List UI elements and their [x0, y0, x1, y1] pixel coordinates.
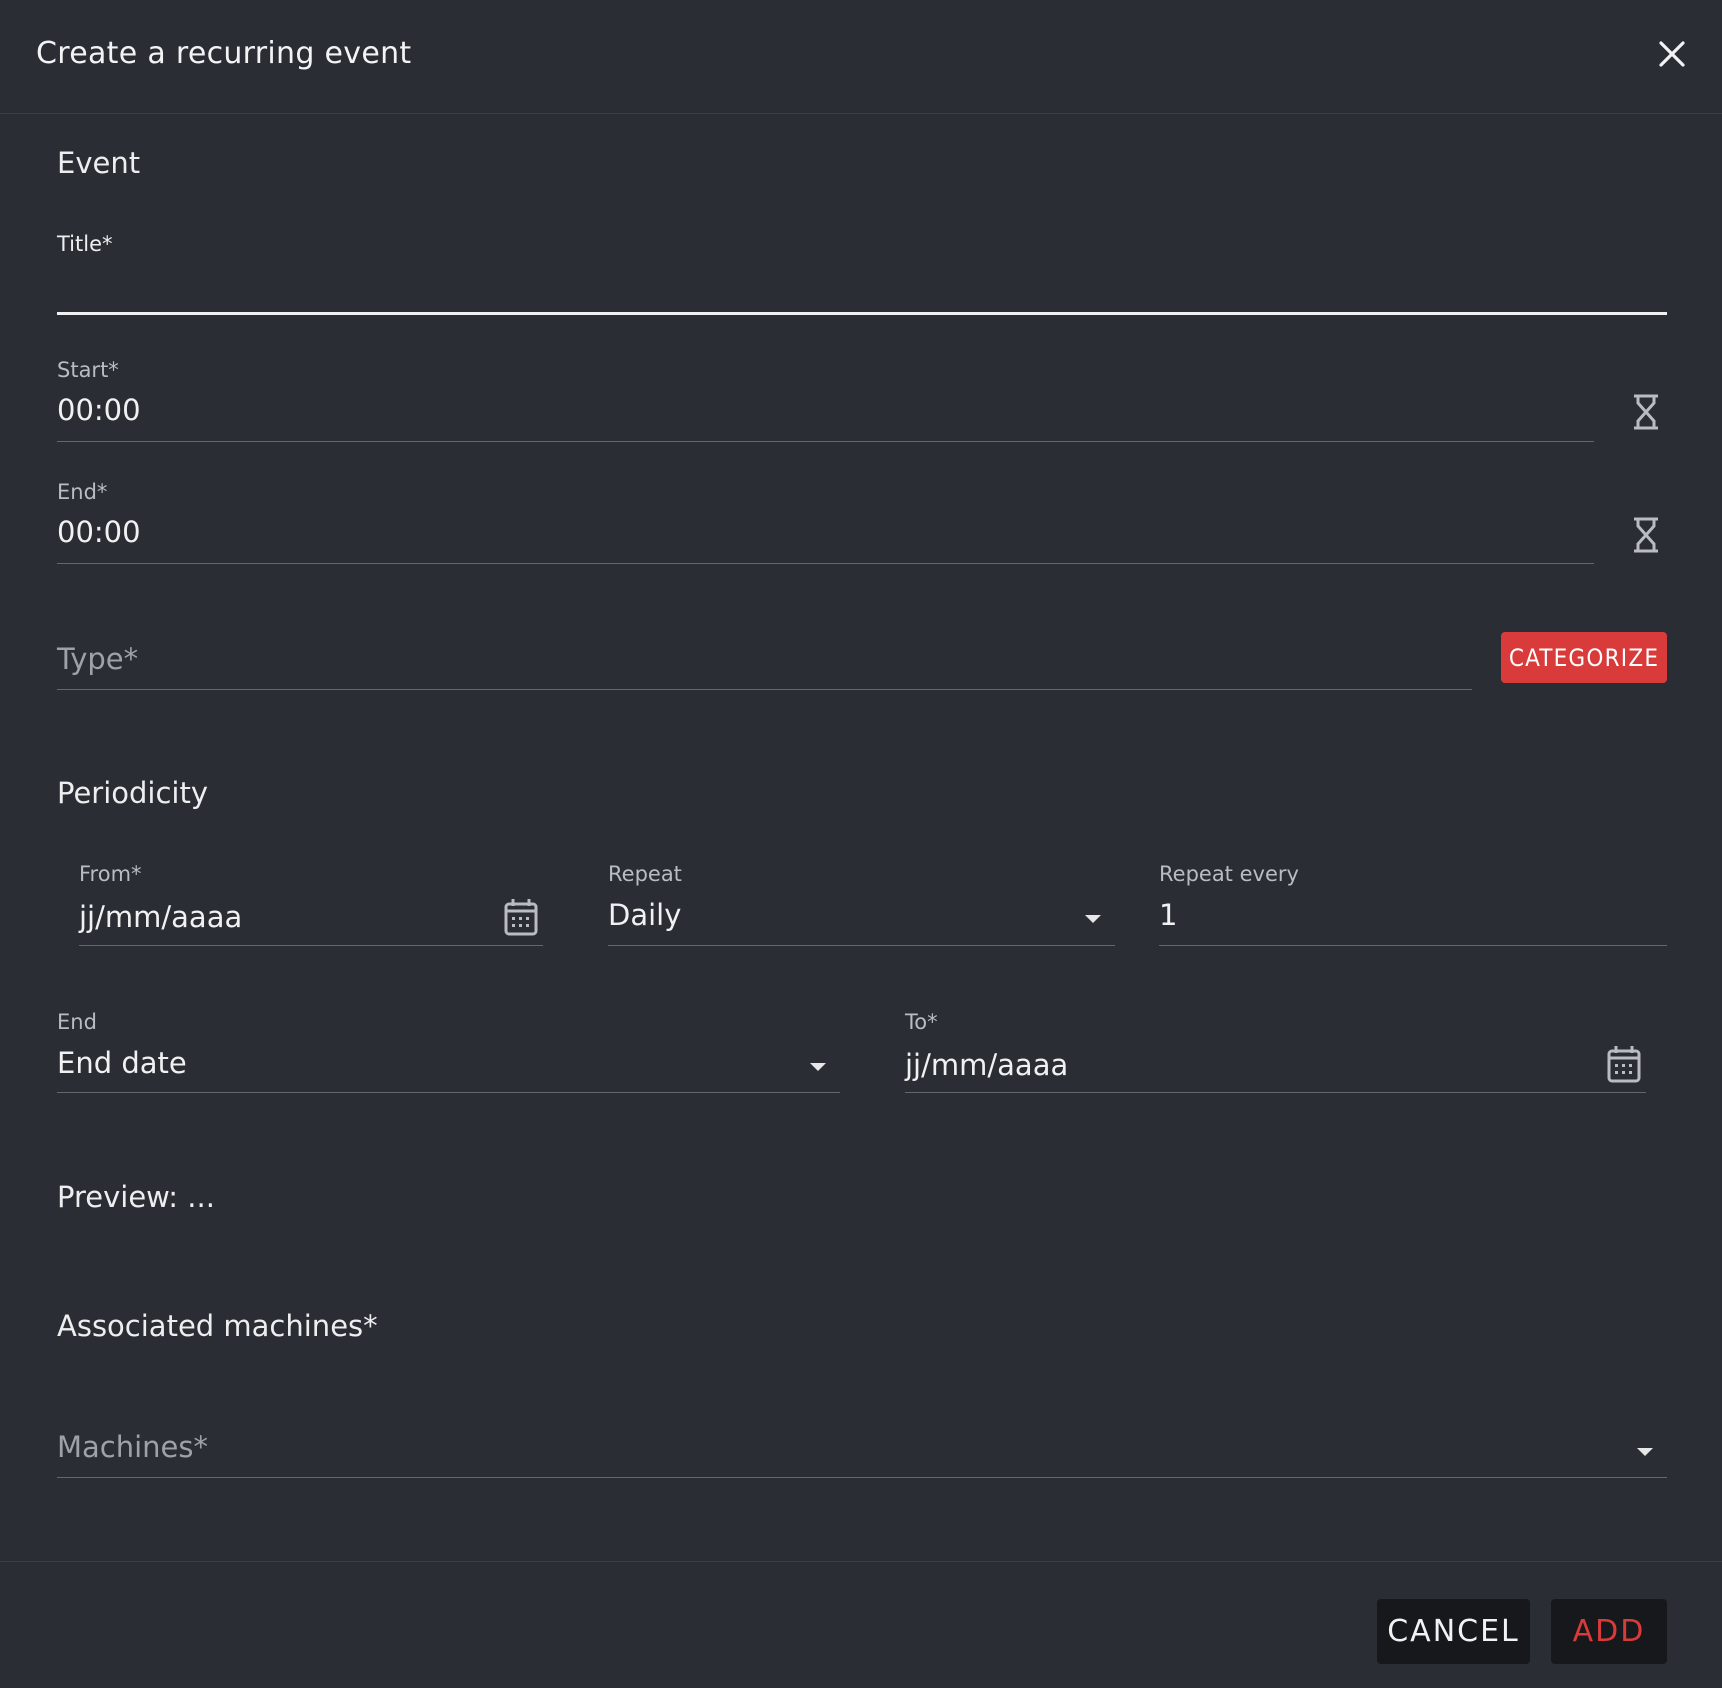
periodicity-section-title: Periodicity [57, 776, 209, 810]
calendar-icon[interactable] [504, 898, 538, 936]
from-underline [79, 945, 543, 946]
machines-section-title: Associated machines* [57, 1309, 378, 1343]
title-underline [57, 312, 1667, 315]
end-time-label: End* [57, 480, 108, 504]
repeat-underline [608, 945, 1115, 946]
to-underline [905, 1092, 1646, 1093]
close-icon[interactable] [1654, 36, 1690, 72]
repeat-label: Repeat [608, 862, 682, 886]
machines-select[interactable]: Machines* [57, 1430, 208, 1464]
to-label: To* [905, 1010, 938, 1034]
start-underline [57, 441, 1594, 442]
dialog-header: Create a recurring event [0, 0, 1722, 114]
end-time-input[interactable]: 00:00 [57, 515, 141, 549]
repeat-every-input[interactable]: 1 [1159, 898, 1177, 932]
hourglass-icon[interactable] [1631, 393, 1661, 431]
from-date-input[interactable]: jj/mm/aaaa [79, 900, 242, 934]
end-mode-underline [57, 1092, 840, 1093]
machines-underline [57, 1477, 1667, 1478]
cancel-button[interactable]: CANCEL [1377, 1599, 1530, 1664]
end-time-underline [57, 563, 1594, 564]
chevron-down-icon[interactable] [808, 1058, 828, 1071]
from-label: From* [79, 862, 142, 886]
add-button[interactable]: ADD [1551, 1599, 1667, 1664]
event-section-title: Event [57, 146, 141, 180]
end-mode-select[interactable]: End date [57, 1046, 187, 1080]
start-time-input[interactable]: 00:00 [57, 393, 141, 427]
end-mode-label: End [57, 1010, 97, 1034]
type-input[interactable]: Type* [57, 642, 138, 676]
title-input[interactable] [57, 262, 1667, 310]
start-label: Start* [57, 358, 119, 382]
repeat-every-underline [1159, 945, 1667, 946]
repeat-every-label: Repeat every [1159, 862, 1299, 886]
create-recurring-event-dialog: Create a recurring event Event Title* St… [0, 0, 1722, 1688]
type-underline [57, 689, 1472, 690]
dialog-title: Create a recurring event [36, 36, 412, 71]
calendar-icon[interactable] [1607, 1045, 1641, 1083]
to-date-input[interactable]: jj/mm/aaaa [905, 1048, 1068, 1082]
hourglass-icon[interactable] [1631, 516, 1661, 554]
chevron-down-icon[interactable] [1635, 1443, 1655, 1456]
preview-text: Preview: ... [57, 1180, 215, 1214]
chevron-down-icon[interactable] [1083, 910, 1103, 923]
repeat-select[interactable]: Daily [608, 898, 681, 932]
title-label: Title* [57, 232, 113, 256]
categorize-button[interactable]: CATEGORIZE [1501, 632, 1667, 683]
